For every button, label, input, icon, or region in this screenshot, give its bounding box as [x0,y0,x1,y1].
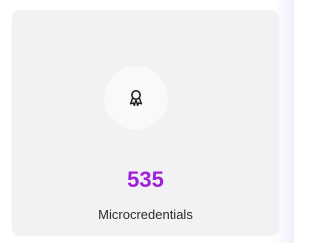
page-background: 535 Microcredentials [0,0,294,243]
stat-label: Microcredentials [98,207,193,222]
icon-container [104,66,168,130]
microcredentials-stat-card[interactable]: 535 Microcredentials [12,10,279,235]
award-badge-icon [129,90,143,107]
stat-count: 535 [127,167,164,192]
